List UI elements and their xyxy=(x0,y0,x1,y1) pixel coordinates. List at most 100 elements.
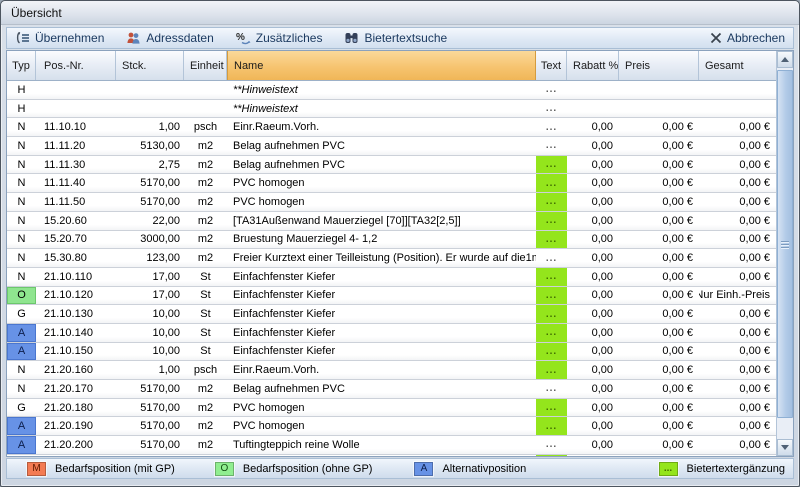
cell-bietertext[interactable]: ... xyxy=(536,174,567,192)
cell-name: Einr.Raeum.Vorh. xyxy=(227,361,536,379)
legend-item-alternativposition: A Alternativposition xyxy=(414,462,526,476)
cell-stck: 10,00 xyxy=(116,324,184,342)
cell-gesamt: 0,00 € xyxy=(699,137,776,155)
cell-bietertext[interactable]: ... xyxy=(536,287,567,305)
name-text: Freier Kurztext einer Teilleistung (Posi… xyxy=(233,252,526,264)
cell-name: PVC homogen xyxy=(227,174,536,192)
abbrechen-button[interactable]: Abbrechen xyxy=(710,31,785,45)
column-header-einheit[interactable]: Einheit xyxy=(184,51,227,80)
name-text: **Hinweistext xyxy=(233,84,298,96)
cell-bietertext[interactable]: ... xyxy=(536,305,567,323)
cell-typ: N xyxy=(7,249,36,267)
name-text: PVC homogen xyxy=(233,402,305,414)
cell-rabatt: 0,00 xyxy=(567,174,619,192)
table-row[interactable]: A 21.20.190 5170,00 m2 PVC homogen ... 0… xyxy=(7,417,776,436)
cell-rabatt: 0,00 xyxy=(567,417,619,435)
table-row[interactable]: H **Hinweistext ... xyxy=(7,81,776,100)
adressdaten-button[interactable]: Adressdaten xyxy=(126,31,213,45)
cell-bietertext[interactable]: ... xyxy=(536,343,567,361)
cell-bietertext[interactable]: ... xyxy=(536,212,567,230)
table-row[interactable]: G 21.10.130 10,00 St Einfachfenster Kief… xyxy=(7,305,776,324)
table-row[interactable]: N 15.20.70 3000,00 m2 Bruestung Mauerzie… xyxy=(7,231,776,250)
legend-item-bedarfsposition-mit-gp: M Bedarfsposition (mit GP) xyxy=(27,462,175,476)
cell-pos-nr: 15.20.60 xyxy=(36,212,116,230)
table-row[interactable]: N 11.11.50 5170,00 m2 PVC homogen ... 0,… xyxy=(7,193,776,212)
table-row[interactable]: A 21.10.140 10,00 St Einfachfenster Kief… xyxy=(7,324,776,343)
cell-stck: 17,00 xyxy=(116,268,184,286)
cell-bietertext[interactable]: ... xyxy=(536,380,567,398)
cell-gesamt: 0,00 € xyxy=(699,324,776,342)
vertical-scrollbar[interactable] xyxy=(776,51,793,456)
cell-name: **Hinweistext xyxy=(227,81,536,99)
name-text: Einfachfenster Kiefer xyxy=(233,345,335,357)
table-row[interactable]: N 15.30.80 123,00 m2 Freier Kurztext ein… xyxy=(7,249,776,268)
cell-bietertext[interactable]: ... xyxy=(536,417,567,435)
cell-bietertext[interactable]: ... xyxy=(536,268,567,286)
cell-bietertext[interactable]: ... xyxy=(536,137,567,155)
name-text: Tuftingteppich reine Wolle xyxy=(233,439,360,451)
cell-pos-nr: 21.20.180 xyxy=(36,399,116,417)
cell-preis: 0,00 € xyxy=(619,287,699,305)
column-header-stck[interactable]: Stck. xyxy=(116,51,184,80)
table-row[interactable]: H **Hinweistext ... xyxy=(7,100,776,119)
table-row[interactable]: N 11.10.10 1,00 psch Einr.Raeum.Vorh. ..… xyxy=(7,118,776,137)
table-row[interactable]: N 21.10.110 17,00 St Einfachfenster Kief… xyxy=(7,268,776,287)
column-header-gesamt[interactable]: Gesamt xyxy=(699,51,776,80)
legend-color-a: A xyxy=(414,462,433,476)
scrollbar-thumb[interactable] xyxy=(777,70,793,418)
table-row[interactable]: N 15.20.60 22,00 m2 [TA31Außenwand Mauer… xyxy=(7,212,776,231)
bietertextsuche-button[interactable]: Bietertextsuche xyxy=(344,31,447,45)
table-row[interactable]: N 21.20.170 5170,00 m2 Belag aufnehmen P… xyxy=(7,380,776,399)
cell-bietertext[interactable]: ... xyxy=(536,193,567,211)
cell-stck: 5170,00 xyxy=(116,436,184,454)
cell-preis: 0,00 € xyxy=(619,305,699,323)
cell-gesamt: 0,00 € xyxy=(699,305,776,323)
cell-typ: N xyxy=(7,118,36,136)
cell-pos-nr: 21.10.120 xyxy=(36,287,116,305)
zusaetzliches-button[interactable]: % Zusätzliches xyxy=(236,31,323,45)
table-row[interactable]: N 11.11.20 5130,00 m2 Belag aufnehmen PV… xyxy=(7,137,776,156)
cell-bietertext[interactable]: ... xyxy=(536,249,567,267)
thumb-grip-icon xyxy=(781,241,789,242)
column-header-text[interactable]: Text xyxy=(536,51,567,80)
cell-bietertext[interactable]: ... xyxy=(536,436,567,454)
contacts-icon xyxy=(126,31,141,45)
table-row[interactable]: A 21.10.150 10,00 St Einfachfenster Kief… xyxy=(7,343,776,362)
table-row[interactable]: N 11.11.30 2,75 m2 Belag aufnehmen PVC .… xyxy=(7,156,776,175)
title-bar[interactable]: Übersicht xyxy=(1,1,799,25)
column-header-typ[interactable]: Typ xyxy=(7,51,36,80)
cell-pos-nr: 11.11.50 xyxy=(36,193,116,211)
cell-bietertext[interactable]: ... xyxy=(536,231,567,249)
table-row[interactable]: O 21.10.120 17,00 St Einfachfenster Kief… xyxy=(7,287,776,306)
cell-bietertext[interactable]: ... xyxy=(536,100,567,118)
column-header-name[interactable]: Name xyxy=(227,51,536,80)
cell-bietertext[interactable]: ... xyxy=(536,81,567,99)
cell-gesamt: 0,00 € xyxy=(699,436,776,454)
cell-bietertext[interactable]: ... xyxy=(536,156,567,174)
table-row[interactable]: A 21.20.200 5170,00 m2 Tuftingteppich re… xyxy=(7,436,776,455)
cell-typ: N xyxy=(7,156,36,174)
uebernehmen-button[interactable]: Übernehmen xyxy=(15,31,104,45)
cell-gesamt: 0,00 € xyxy=(699,268,776,286)
scroll-up-button[interactable] xyxy=(777,51,793,68)
cell-bietertext[interactable]: ... xyxy=(536,361,567,379)
cell-stck: 5170,00 xyxy=(116,417,184,435)
cell-pos-nr: 21.20.160 xyxy=(36,361,116,379)
cell-einheit: m2 xyxy=(184,156,227,174)
cell-bietertext[interactable]: ... xyxy=(536,399,567,417)
cell-bietertext[interactable]: ... xyxy=(536,118,567,136)
name-text: Belag aufnehmen PVC xyxy=(233,140,345,152)
column-header-pos-nr[interactable]: Pos.-Nr. xyxy=(36,51,116,80)
legend-item-bedarfsposition-ohne-gp: O Bedarfsposition (ohne GP) xyxy=(215,462,373,476)
cell-typ: N xyxy=(7,268,36,286)
column-header-preis[interactable]: Preis xyxy=(619,51,699,80)
name-text: Einfachfenster Kiefer xyxy=(233,289,335,301)
column-header-rabatt[interactable]: Rabatt % xyxy=(567,51,619,80)
table-row[interactable]: G 21.20.180 5170,00 m2 PVC homogen ... 0… xyxy=(7,399,776,418)
cell-bietertext[interactable]: ... xyxy=(536,324,567,342)
legend-item-bietertextergaenzung: ... Bietertextergänzung xyxy=(659,462,785,476)
scroll-down-button[interactable] xyxy=(777,439,793,456)
table-row[interactable]: N 21.20.160 1,00 psch Einr.Raeum.Vorh. .… xyxy=(7,361,776,380)
table-row[interactable]: N 11.11.40 5170,00 m2 PVC homogen ... 0,… xyxy=(7,174,776,193)
cell-einheit: St xyxy=(184,287,227,305)
